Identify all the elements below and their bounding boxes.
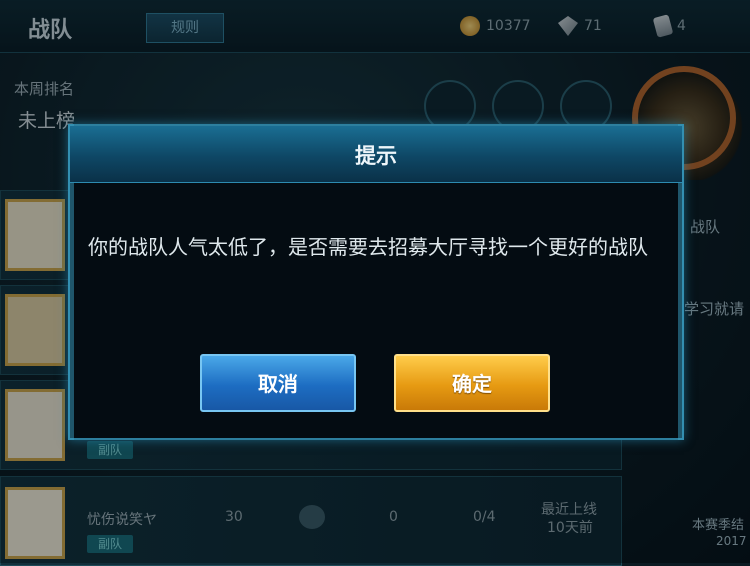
- dialog-header: 提示: [70, 126, 682, 183]
- prompt-dialog: 提示 你的战队人气太低了，是否需要去招募大厅寻找一个更好的战队 取消 确定: [68, 124, 684, 440]
- cancel-button[interactable]: 取消: [200, 354, 356, 412]
- dialog-title: 提示: [355, 144, 397, 168]
- dialog-message: 你的战队人气太低了，是否需要去招募大厅寻找一个更好的战队: [88, 235, 648, 259]
- confirm-button[interactable]: 确定: [394, 354, 550, 412]
